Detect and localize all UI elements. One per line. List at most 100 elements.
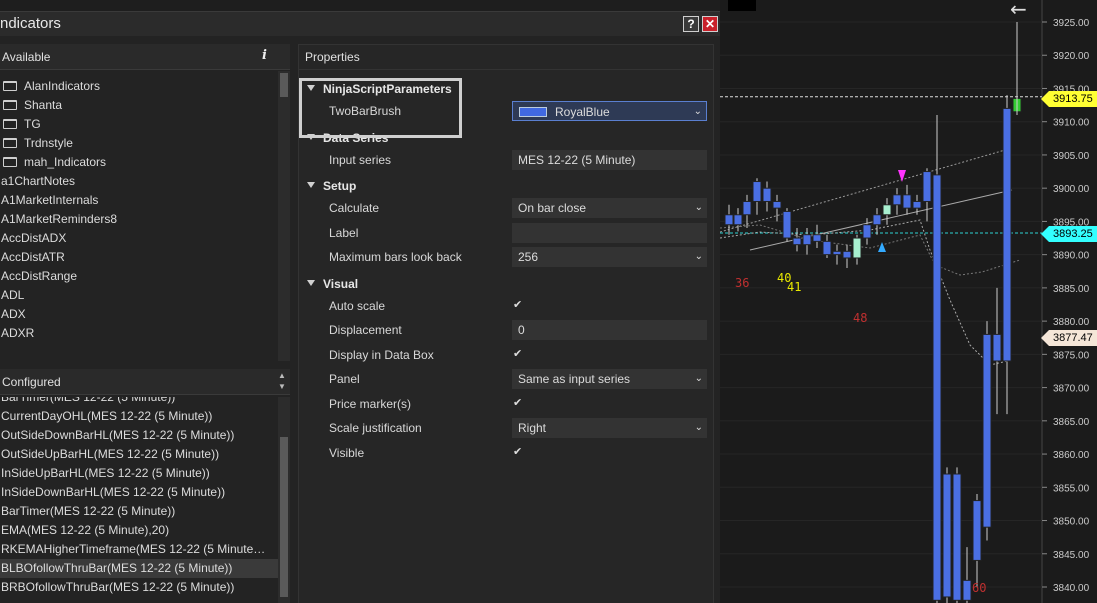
brush-select[interactable]: RoyalBlue ⌄ xyxy=(512,101,707,121)
configured-list[interactable]: BarTimer(MES 12-22 (5 Minute)) CurrentDay… xyxy=(0,397,278,603)
text-field[interactable]: MES 12-22 (5 Minute) xyxy=(512,149,707,170)
category-setup[interactable]: Setup xyxy=(299,175,356,197)
candle-body xyxy=(724,214,734,226)
price-tick-label: 3880.00 xyxy=(1053,317,1090,328)
category-visual[interactable]: Visual xyxy=(299,273,358,295)
move-down-icon[interactable]: ▼ xyxy=(276,382,288,391)
bar-count-label: 41 xyxy=(787,280,801,294)
candle-body xyxy=(772,200,782,209)
text-field[interactable]: 0 xyxy=(512,320,707,340)
checkbox[interactable]: ✔ xyxy=(513,397,525,409)
info-icon[interactable]: i xyxy=(262,48,267,63)
indicators-dialog: ndicators ? ✕ Available i AlanIndicators… xyxy=(0,11,720,603)
available-list[interactable]: AlanIndicators Shanta TG Trdnstyle mah_Indic… xyxy=(0,77,278,361)
property-row: Calculate On bar close ⌄ xyxy=(299,197,713,219)
available-item[interactable]: AccDistRange xyxy=(0,267,278,286)
configured-item[interactable]: BarTimer(MES 12-22 (5 Minute)) xyxy=(0,397,278,407)
select-value: RoyalBlue xyxy=(555,105,610,119)
select-field[interactable]: On bar close ⌄ xyxy=(512,198,707,218)
property-row: Display in Data Box ✔ xyxy=(299,344,713,366)
configured-item[interactable]: InSideUpBarHL(MES 12-22 (5 Minute)) xyxy=(0,464,278,483)
available-item[interactable]: TG xyxy=(0,115,278,134)
move-up-icon[interactable]: ▲ xyxy=(276,371,288,380)
configured-item[interactable]: RKEMAHigherTimeframe(MES 12-22 (5 Minute… xyxy=(0,540,278,559)
available-item[interactable]: mah_Indicators xyxy=(0,153,278,172)
available-scrollbar[interactable] xyxy=(278,71,290,361)
collapse-icon[interactable] xyxy=(307,182,315,188)
collapse-icon[interactable] xyxy=(307,85,315,91)
price-marker-3913: 3913.75 xyxy=(1041,91,1097,107)
configured-item[interactable]: InSideDownBarHL(MES 12-22 (5 Minute)) xyxy=(0,483,278,502)
available-item[interactable]: AlanIndicators xyxy=(0,77,278,96)
ma-line xyxy=(720,219,1013,366)
bar-count-label: 36 xyxy=(735,276,749,290)
configured-scrollbar[interactable] xyxy=(278,397,290,603)
available-item[interactable]: ADX xyxy=(0,305,278,324)
close-button[interactable]: ✕ xyxy=(702,16,718,32)
help-button[interactable]: ? xyxy=(683,16,699,32)
configured-scroll-thumb[interactable] xyxy=(280,437,288,597)
available-item[interactable]: A1MarketReminders8 xyxy=(0,210,278,229)
available-item[interactable]: Shanta xyxy=(0,96,278,115)
price-tick-label: 3920.00 xyxy=(1053,51,1090,62)
candle-body xyxy=(782,210,792,239)
available-item[interactable]: ADL xyxy=(0,286,278,305)
chevron-down-icon: ⌄ xyxy=(694,422,703,433)
bar-count-label: 48 xyxy=(853,311,867,325)
configured-item[interactable]: OutSideDownBarHL(MES 12-22 (5 Minute)) xyxy=(0,426,278,445)
price-tick-label: 3885.00 xyxy=(1053,284,1090,295)
select-field[interactable]: Right ⌄ xyxy=(512,418,707,438)
price-chart[interactable]: 3925.00 3920.00 3915.00 3910.00 3905.00 3900.… xyxy=(720,0,1097,603)
candle-body xyxy=(982,333,992,528)
configured-item[interactable]: OutSideUpBarHL(MES 12-22 (5 Minute)) xyxy=(0,445,278,464)
select-field[interactable]: 256 ⌄ xyxy=(512,247,707,267)
select-field[interactable]: Same as input series ⌄ xyxy=(512,369,707,389)
price-tick-label: 3840.00 xyxy=(1053,583,1090,594)
configured-item[interactable]: BLBOfollowThruBar(MES 12-22 (5 Minute)) xyxy=(0,559,278,578)
checkbox[interactable]: ✔ xyxy=(513,446,525,458)
available-item[interactable]: a1ChartNotes xyxy=(0,172,278,191)
available-title: Available xyxy=(2,50,51,64)
properties-title: Properties xyxy=(299,45,713,70)
category-data-series[interactable]: Data Series xyxy=(299,127,388,149)
price-tick-label: 3910.00 xyxy=(1053,118,1090,129)
property-row: Scale justification Right ⌄ xyxy=(299,417,713,439)
configured-item[interactable]: BarTimer(MES 12-22 (5 Minute)) xyxy=(0,502,278,521)
available-item-label: AccDistADX xyxy=(1,231,67,245)
candle-body xyxy=(832,250,842,256)
select-value: Same as input series xyxy=(518,372,631,386)
checkbox[interactable]: ✔ xyxy=(513,299,525,311)
checkbox[interactable]: ✔ xyxy=(513,348,525,360)
available-item[interactable]: Trdnstyle xyxy=(0,134,278,153)
text-field[interactable] xyxy=(512,222,707,243)
available-item[interactable]: ADXR xyxy=(0,324,278,343)
available-item[interactable]: AccDistATR xyxy=(0,248,278,267)
price-tick-label: 3875.00 xyxy=(1053,350,1090,361)
available-item-label: A1MarketInternals xyxy=(1,193,99,207)
price-tick-label: 3860.00 xyxy=(1053,450,1090,461)
collapse-icon[interactable] xyxy=(307,133,315,140)
property-row: Price marker(s) ✔ xyxy=(299,393,713,415)
configured-item[interactable]: EMA(MES 12-22 (5 Minute),20) xyxy=(0,521,278,540)
available-item[interactable]: AccDistADX xyxy=(0,229,278,248)
candle-body xyxy=(812,234,822,242)
configured-item[interactable]: CurrentDayOHL(MES 12-22 (5 Minute)) xyxy=(0,407,278,426)
folder-icon xyxy=(3,119,17,129)
collapse-icon[interactable] xyxy=(307,279,315,286)
price-tick-label: 3905.00 xyxy=(1053,151,1090,162)
folder-icon xyxy=(3,100,17,110)
candle-body xyxy=(962,579,972,601)
available-item-label: ADL xyxy=(1,288,25,302)
candle-body xyxy=(742,200,752,216)
available-scroll-thumb[interactable] xyxy=(280,73,288,97)
chevron-down-icon: ⌄ xyxy=(693,106,702,117)
property-label: Label xyxy=(329,225,359,240)
dialog-titlebar[interactable]: ndicators ? ✕ xyxy=(0,12,720,36)
configured-item[interactable]: BRBOfollowThruBar(MES 12-22 (5 Minute)) xyxy=(0,578,278,597)
property-label: Calculate xyxy=(329,201,380,215)
category-ninjascriptparameters[interactable]: NinjaScriptParameters xyxy=(299,78,452,100)
chevron-down-icon: ⌄ xyxy=(694,202,703,213)
chevron-down-icon: ⌄ xyxy=(694,373,703,384)
available-item-label: Trdnstyle xyxy=(24,136,73,150)
available-item[interactable]: A1MarketInternals xyxy=(0,191,278,210)
